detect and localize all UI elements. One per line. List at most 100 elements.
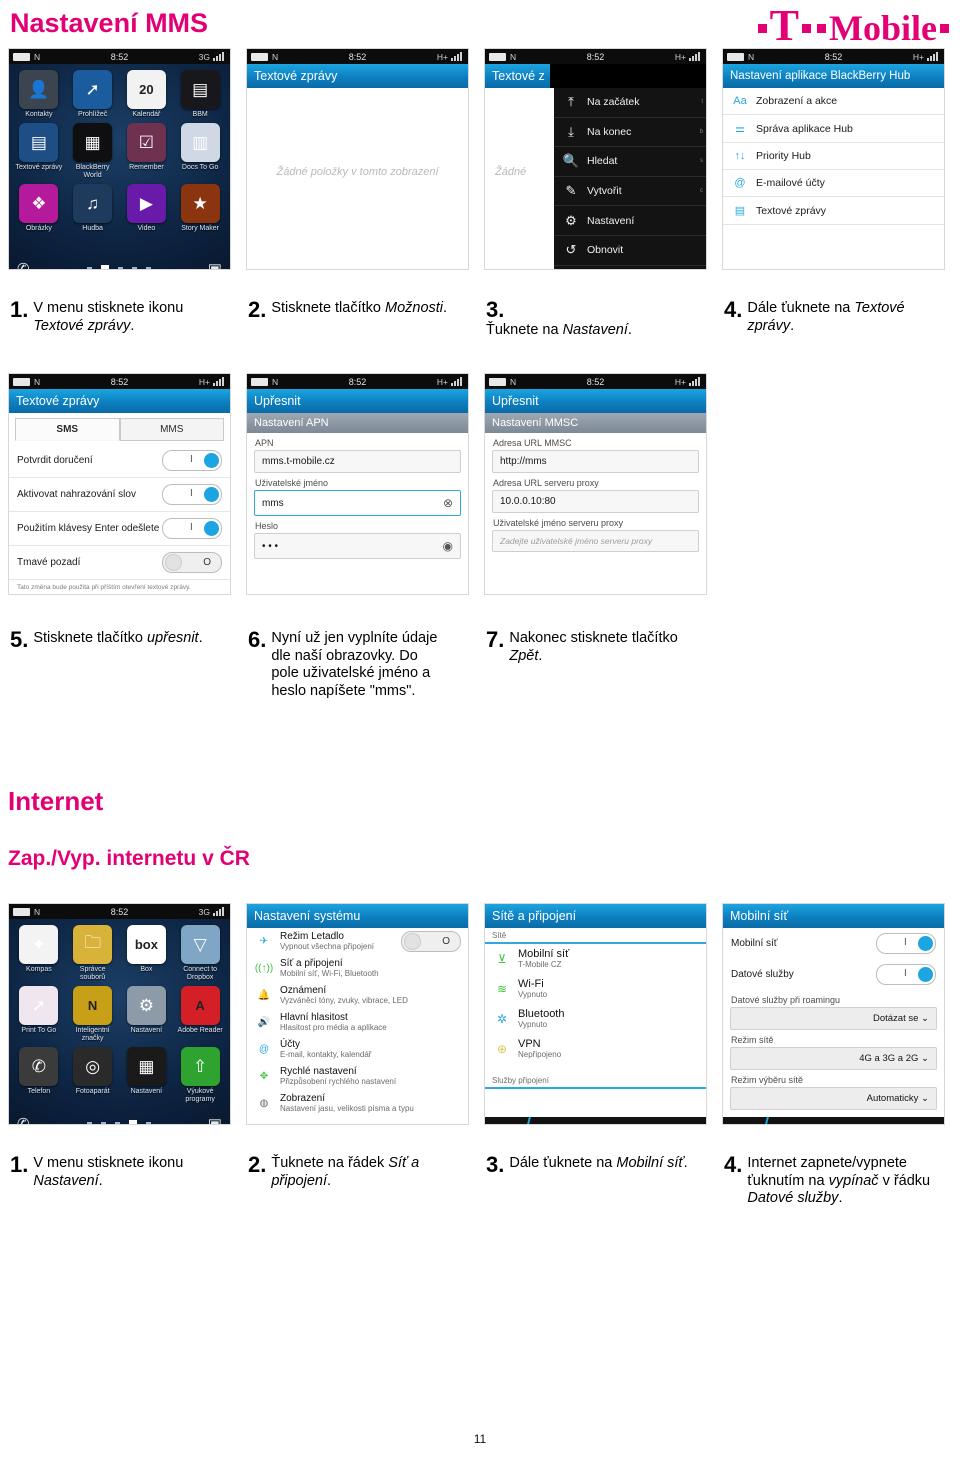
app-tile[interactable]: ▦ Nastavení	[122, 1047, 172, 1104]
row-subtitle: Vypnuto	[518, 990, 548, 999]
step-caption-6: 6. Nyní už jen vyplníte údaje dle naší o…	[248, 629, 448, 700]
app-tile[interactable]: ⇧ Výukové programy	[175, 1047, 225, 1104]
menu-item[interactable]: ✎ Vytvořit c	[554, 177, 706, 207]
system-settings-row[interactable]: ◍ Zobrazení Nastavení jasu, velikosti písm…	[247, 1090, 468, 1117]
app-tile[interactable]: ⚙ Nastavení	[122, 986, 172, 1043]
dropdown-select[interactable]: Dotázat se ⌄	[730, 1007, 937, 1030]
network-row[interactable]: ⊕ VPN Nepřipojeno	[485, 1034, 706, 1064]
settings-toggle-row[interactable]: Mobilní síť I	[723, 928, 944, 959]
text-input[interactable]: mms.t-mobile.cz	[254, 450, 461, 473]
app-tile[interactable]: ▥ Docs To Go	[175, 123, 225, 180]
system-settings-row[interactable]: 🔔 Oznámení Vyzváněcí tóny, zvuky, vibrace,…	[247, 982, 468, 1009]
settings-toggle-row[interactable]: Aktivovat nahrazování slov I	[9, 478, 230, 512]
app-tile[interactable]: ★ Story Maker	[175, 184, 225, 233]
settings-toggle-row[interactable]: Použitím klávesy Enter odešlete I	[9, 512, 230, 546]
toggle-switch[interactable]: I	[876, 964, 936, 985]
app-tile[interactable]: ✆ Telefon	[14, 1047, 64, 1104]
screen-title: Mobilní síť	[723, 904, 944, 928]
hub-settings-row[interactable]: ▤ Textové zprávy	[723, 197, 944, 225]
app-tile[interactable]: 👤 Kontakty	[14, 70, 64, 119]
eye-icon[interactable]: ◉	[443, 539, 453, 553]
display-actions-icon: Aa	[733, 95, 747, 107]
menu-item[interactable]: ⤓ Na konec b	[554, 118, 706, 148]
system-settings-row[interactable]: 🔊 Hlavní hlasitost Hlasitost pro média a a…	[247, 1009, 468, 1036]
text-input[interactable]: mms ⊗	[254, 490, 461, 516]
text-input[interactable]: http://mms	[492, 450, 699, 473]
toggle-switch[interactable]: I	[162, 450, 222, 471]
app-tile[interactable]: ▶ Video	[122, 184, 172, 233]
app-tile[interactable]: A Adobe Reader	[175, 986, 225, 1043]
text-input[interactable]: 10.0.0.10:80	[492, 490, 699, 513]
remember-icon: ☑	[126, 123, 166, 162]
app-tile[interactable]: ◎ Fotoaparát	[68, 1047, 118, 1104]
app-tile[interactable]: ❖ Obrázky	[14, 184, 64, 233]
text-input[interactable]: Zadejte uživatelské jméno serveru proxy	[492, 530, 699, 552]
app-tile[interactable]: ▽ Connect to Dropbox	[175, 925, 225, 982]
tab-mms[interactable]: MMS	[119, 418, 224, 441]
home-screen: 👤 Kontakty ➚ Prohlížeč 20 Kalendář ▤ BBM ▤ Textov…	[9, 64, 230, 270]
app-tile[interactable]: box Box	[122, 925, 172, 982]
settings-toggle-row[interactable]: Potvrdit doručení I	[9, 444, 230, 478]
signal-bars-icon	[689, 52, 702, 61]
app-tile[interactable]: ♫ Hudba	[68, 184, 118, 233]
hub-settings-row[interactable]: @ E-mailové účty	[723, 170, 944, 197]
app-tile[interactable]: 20 Kalendář	[122, 70, 172, 119]
dropdown-select[interactable]: 4G a 3G a 2G ⌄	[730, 1047, 937, 1070]
app-tile[interactable]: ➚ Print To Go	[14, 986, 64, 1043]
sms-mms-tabs: SMS MMS	[9, 413, 230, 444]
camera-icon[interactable]: ▣	[208, 262, 222, 270]
app-tile[interactable]: 🗀 Správce souborů	[68, 925, 118, 982]
system-settings-row[interactable]: ✥ Rychlé nastavení Přizpůsobení rychlého n…	[247, 1063, 468, 1090]
menu-item[interactable]: ⤒ Na začátek t	[554, 88, 706, 118]
toggle-switch[interactable]: O	[162, 552, 222, 573]
network-row[interactable]: ⊻ Mobilní síť T-Mobile CZ	[485, 944, 706, 974]
menu-item[interactable]: ☑Vybrat více	[554, 266, 706, 269]
wifi-icon: ≋	[496, 982, 508, 996]
select-label: Režim výběru sítě	[731, 1075, 804, 1085]
group-header-networks: Sítě	[485, 928, 706, 944]
hub-settings-row[interactable]: Aa Zobrazení a akce	[723, 88, 944, 115]
app-tile[interactable]: ☑ Remember	[122, 123, 172, 180]
app-tile[interactable]: ▤ Textové zprávy	[14, 123, 64, 180]
settings-toggle-row[interactable]: Tmavé pozadí O	[9, 546, 230, 580]
hub-settings-row[interactable]: ⚌ Správa aplikace Hub	[723, 115, 944, 143]
network-row[interactable]: ≋ Wi-Fi Vypnuto	[485, 974, 706, 1004]
system-settings-row[interactable]: @ Účty E-mail, kontakty, kalendář	[247, 1036, 468, 1063]
app-tile[interactable]: ✦ Kompas	[14, 925, 64, 982]
row-subtitle: Nastavení jasu, velikosti písma a typu	[280, 1104, 414, 1113]
app-tile[interactable]: ▤ BBM	[175, 70, 225, 119]
phone-icon[interactable]: ✆	[17, 262, 30, 270]
toggle-switch[interactable]: O	[401, 931, 461, 952]
app-tile[interactable]: ➚ Prohlížeč	[68, 70, 118, 119]
step-text-end: .	[683, 1155, 688, 1171]
quick-settings-icon: ✥	[259, 1071, 269, 1082]
app-tile[interactable]: N Inteligentní značky	[68, 986, 118, 1043]
toggle-switch[interactable]: I	[162, 484, 222, 505]
tab-sms[interactable]: SMS	[15, 418, 120, 441]
camera-icon[interactable]: ▣	[208, 1117, 222, 1125]
hub-settings-row[interactable]: ↑↓ Priority Hub	[723, 143, 944, 170]
system-settings-row[interactable]: ✈ Režim Letadlo Vypnout všechna připojení O	[247, 928, 468, 955]
system-settings-row[interactable]: ((↑)) Síť a připojení Mobilní síť, Wi-Fi, …	[247, 955, 468, 982]
signal-bars-icon	[927, 52, 940, 61]
toggle-switch[interactable]: I	[876, 933, 936, 954]
menu-item[interactable]: 🔍 Hledat s	[554, 147, 706, 177]
dropdown-select[interactable]: Automaticky ⌄	[730, 1087, 937, 1110]
phone-icon[interactable]: ✆	[17, 1117, 30, 1125]
network-row[interactable]: ✲ Bluetooth Vypnuto	[485, 1004, 706, 1034]
app-label: Telefon	[27, 1088, 51, 1095]
row-label: Zobrazení	[280, 1093, 326, 1104]
bell-icon: 🔔	[257, 990, 271, 1001]
toggle-switch[interactable]: I	[162, 518, 222, 539]
arrow-down-bar-icon: ⤓	[568, 123, 574, 139]
row-subtitle: Mobilní síť, Wi-Fi, Bluetooth	[280, 969, 379, 978]
page-dots	[86, 1119, 151, 1124]
app-tile[interactable]: ▦ BlackBerry World	[68, 123, 118, 180]
step-number: 1.	[10, 297, 29, 322]
menu-item[interactable]: ↺ Obnovit	[554, 236, 706, 266]
text-input[interactable]: • • • ◉	[254, 533, 461, 559]
settings-toggle-row[interactable]: Datové služby I	[723, 959, 944, 990]
menu-item[interactable]: ⚙ Nastavení	[554, 206, 706, 236]
clear-icon[interactable]: ⊗	[443, 496, 453, 510]
internet-step-caption-1: 1. V menu stisknete ikonu Nastavení.	[10, 1154, 220, 1190]
